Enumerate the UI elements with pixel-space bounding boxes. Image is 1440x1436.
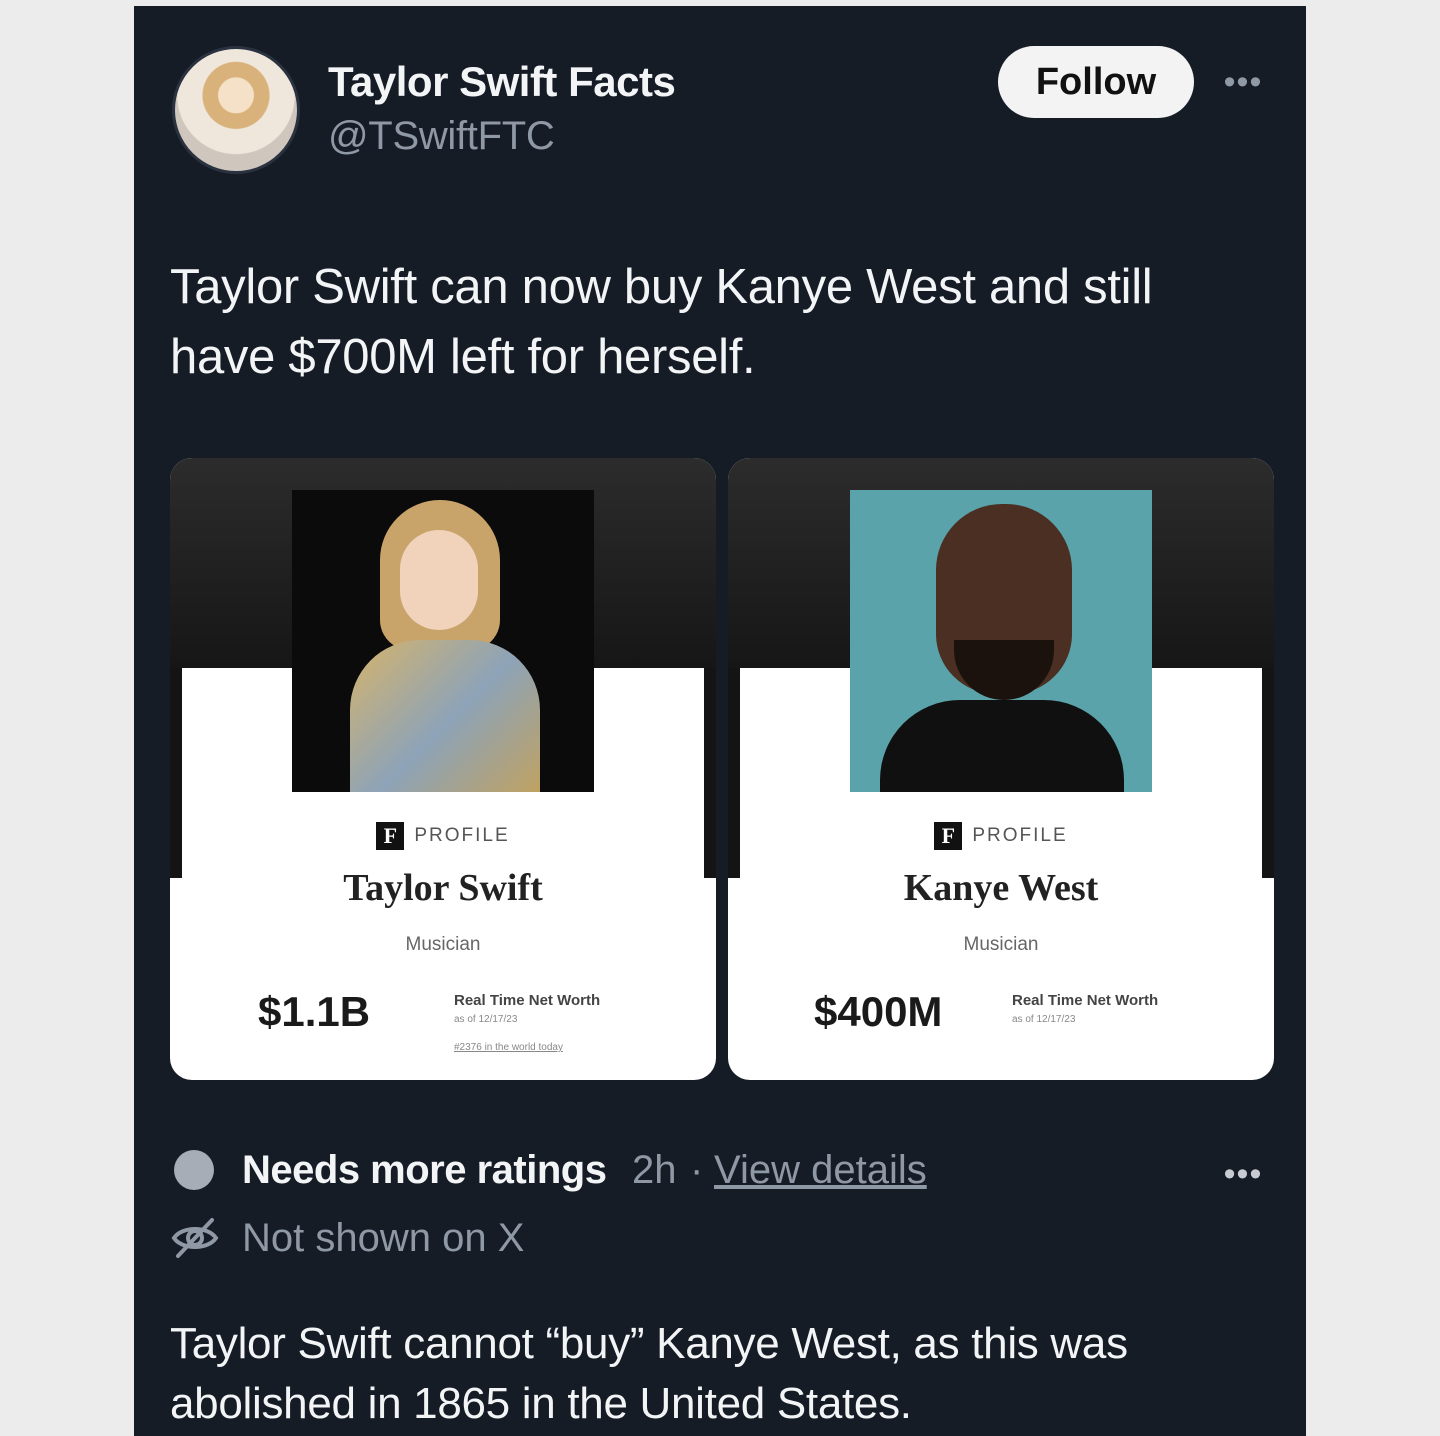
note-timestamp: 2h	[632, 1148, 677, 1192]
separator: ·	[690, 1148, 704, 1192]
net-worth-label: Real Time Net Worth	[1012, 992, 1159, 1009]
forbes-profile-card-kanye-west[interactable]: F PROFILE Kanye West Musician $400M Real…	[728, 458, 1274, 1080]
net-worth-value: $400M	[814, 988, 943, 1035]
eye-off-icon	[171, 1218, 219, 1258]
net-worth-date: as of 12/17/23	[1012, 1014, 1076, 1025]
world-rank: #2376 in the world today	[454, 1042, 563, 1053]
author-name[interactable]: Taylor Swift Facts	[328, 58, 676, 106]
person-name: Taylor Swift	[343, 867, 543, 909]
author-avatar[interactable]	[172, 46, 300, 174]
occupation: Musician	[405, 934, 481, 955]
occupation: Musician	[963, 934, 1039, 955]
forbes-logo-icon: F	[934, 822, 963, 850]
profile-label: PROFILE	[414, 825, 510, 846]
view-details-link[interactable]: View details	[714, 1148, 927, 1193]
note-status: Needs more ratings	[242, 1148, 607, 1192]
taylor-swift-photo	[292, 490, 594, 792]
community-note-text: Taylor Swift cannot “buy” Kanye West, as…	[170, 1319, 1128, 1428]
net-worth-label: Real Time Net Worth	[454, 992, 601, 1009]
profile-label: PROFILE	[972, 825, 1068, 846]
kanye-west-photo	[850, 490, 1152, 792]
author-handle[interactable]: @TSwiftFTC	[328, 114, 555, 159]
net-worth-date: as of 12/17/23	[454, 1014, 518, 1025]
profile-header: F PROFILE	[170, 822, 716, 850]
tweet-text: Taylor Swift can now buy Kanye West and …	[170, 260, 1153, 384]
profile-header: F PROFILE	[728, 822, 1274, 850]
forbes-logo-icon: F	[376, 822, 405, 850]
visibility-status: Not shown on X	[242, 1216, 525, 1260]
person-name: Kanye West	[903, 867, 1099, 909]
forbes-profile-card-taylor-swift[interactable]: F PROFILE Taylor Swift Musician $1.1B Re…	[170, 458, 716, 1080]
net-worth-value: $1.1B	[258, 988, 371, 1035]
note-more-options-icon[interactable]: •••	[1218, 1154, 1268, 1194]
follow-button[interactable]: Follow	[998, 46, 1194, 118]
tweet-post: Taylor Swift Facts @TSwiftFTC Follow •••…	[134, 6, 1306, 1436]
more-options-icon[interactable]: •••	[1218, 62, 1268, 102]
note-status-dot	[174, 1150, 214, 1190]
